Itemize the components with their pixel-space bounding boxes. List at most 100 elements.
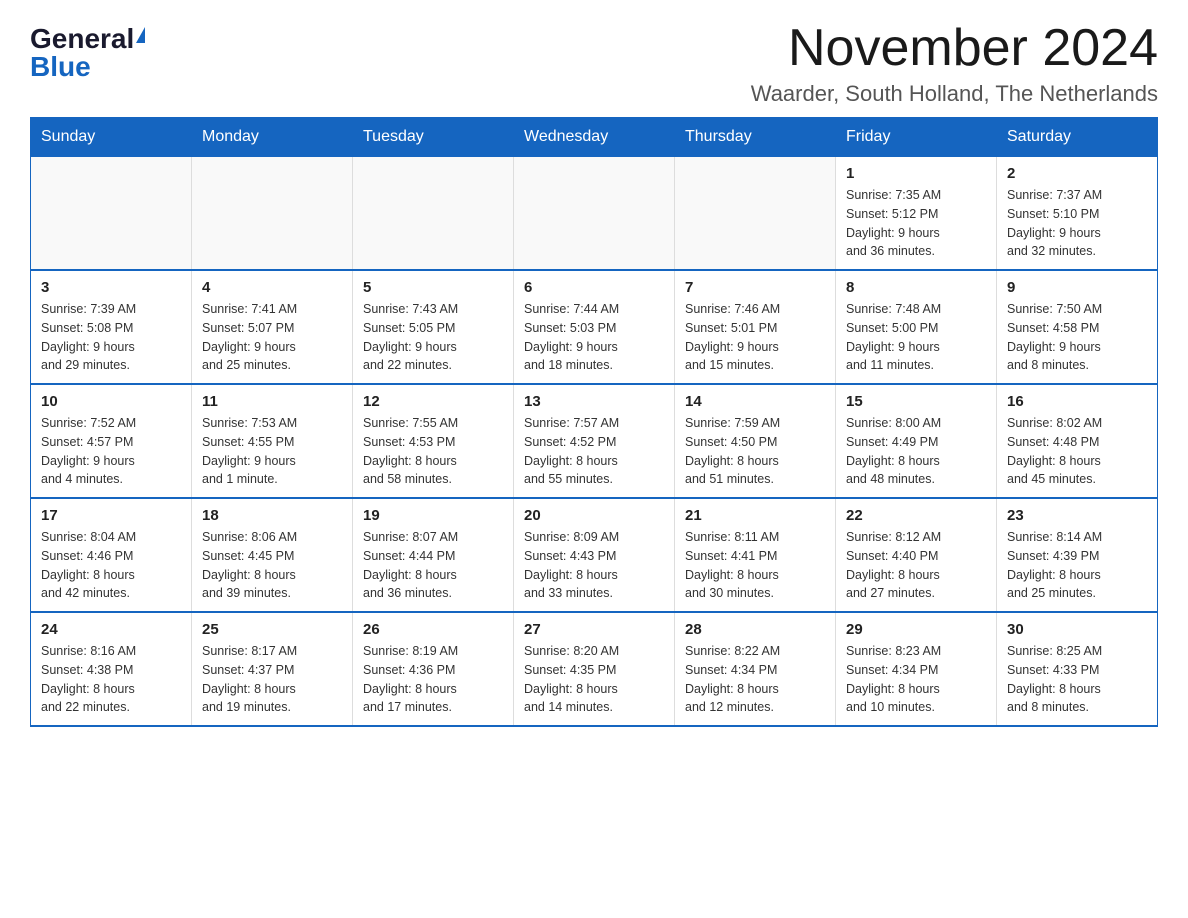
calendar-header-monday: Monday [192,118,353,157]
calendar-cell: 20 Sunrise: 8:09 AMSunset: 4:43 PMDayligh… [514,498,675,612]
calendar-cell: 23Sunrise: 8:14 AMSunset: 4:39 PMDayligh… [997,498,1158,612]
logo-general: General [30,25,134,53]
day-info: Sunrise: 7:39 AMSunset: 5:08 PMDaylight:… [41,300,181,375]
calendar-cell: 24 Sunrise: 8:16 AMSunset: 4:38 PMDayligh… [31,612,192,726]
day-number: 3 [41,279,181,296]
logo-triangle-icon [136,27,145,43]
calendar-week-row: 1 Sunrise: 7:35 AMSunset: 5:12 PMDaylight… [31,157,1158,271]
calendar-cell: 18 Sunrise: 8:06 AMSunset: 4:45 PMDayligh… [192,498,353,612]
day-info: Sunrise: 7:41 AMSunset: 5:07 PMDaylight:… [202,300,342,375]
day-number: 11 [202,393,342,410]
day-info: Sunrise: 8:06 AMSunset: 4:45 PMDaylight:… [202,528,342,603]
calendar-header-sunday: Sunday [31,118,192,157]
day-info: Sunrise: 7:57 AMSunset: 4:52 PMDaylight:… [524,414,664,489]
calendar-cell: 1 Sunrise: 7:35 AMSunset: 5:12 PMDaylight… [836,157,997,271]
calendar-cell: 17Sunrise: 8:04 AMSunset: 4:46 PMDayligh… [31,498,192,612]
location-subtitle: Waarder, South Holland, The Netherlands [751,81,1158,107]
logo: General Blue [30,20,145,81]
day-number: 22 [846,507,986,524]
day-number: 6 [524,279,664,296]
logo-blue: Blue [30,51,91,82]
day-number: 21 [685,507,825,524]
day-info: Sunrise: 8:22 AMSunset: 4:34 PMDaylight:… [685,642,825,717]
calendar-cell: 15Sunrise: 8:00 AMSunset: 4:49 PMDayligh… [836,384,997,498]
day-info: Sunrise: 7:59 AMSunset: 4:50 PMDaylight:… [685,414,825,489]
calendar-cell: 3 Sunrise: 7:39 AMSunset: 5:08 PMDaylight… [31,270,192,384]
day-info: Sunrise: 7:35 AMSunset: 5:12 PMDaylight:… [846,186,986,261]
month-title: November 2024 [751,20,1158,77]
calendar-week-row: 10Sunrise: 7:52 AMSunset: 4:57 PMDayligh… [31,384,1158,498]
calendar-cell: 6 Sunrise: 7:44 AMSunset: 5:03 PMDaylight… [514,270,675,384]
calendar-table: SundayMondayTuesdayWednesdayThursdayFrid… [30,117,1158,727]
day-info: Sunrise: 8:07 AMSunset: 4:44 PMDaylight:… [363,528,503,603]
day-info: Sunrise: 7:48 AMSunset: 5:00 PMDaylight:… [846,300,986,375]
day-number: 30 [1007,621,1147,638]
title-area: November 2024 Waarder, South Holland, Th… [751,20,1158,107]
calendar-cell: 27Sunrise: 8:20 AMSunset: 4:35 PMDayligh… [514,612,675,726]
day-info: Sunrise: 8:00 AMSunset: 4:49 PMDaylight:… [846,414,986,489]
day-number: 12 [363,393,503,410]
calendar-week-row: 3 Sunrise: 7:39 AMSunset: 5:08 PMDaylight… [31,270,1158,384]
calendar-header-friday: Friday [836,118,997,157]
calendar-cell: 13 Sunrise: 7:57 AMSunset: 4:52 PMDayligh… [514,384,675,498]
day-number: 28 [685,621,825,638]
day-number: 19 [363,507,503,524]
day-info: Sunrise: 7:37 AMSunset: 5:10 PMDaylight:… [1007,186,1147,261]
day-info: Sunrise: 8:19 AMSunset: 4:36 PMDaylight:… [363,642,503,717]
day-number: 2 [1007,165,1147,182]
calendar-cell [192,157,353,271]
calendar-cell: 25Sunrise: 8:17 AMSunset: 4:37 PMDayligh… [192,612,353,726]
day-info: Sunrise: 8:16 AMSunset: 4:38 PMDaylight:… [41,642,181,717]
day-number: 4 [202,279,342,296]
calendar-cell: 10Sunrise: 7:52 AMSunset: 4:57 PMDayligh… [31,384,192,498]
calendar-cell: 21 Sunrise: 8:11 AMSunset: 4:41 PMDayligh… [675,498,836,612]
day-number: 13 [524,393,664,410]
day-info: Sunrise: 8:09 AMSunset: 4:43 PMDaylight:… [524,528,664,603]
calendar-cell: 2 Sunrise: 7:37 AMSunset: 5:10 PMDaylight… [997,157,1158,271]
calendar-cell: 22 Sunrise: 8:12 AMSunset: 4:40 PMDayligh… [836,498,997,612]
calendar-cell: 29 Sunrise: 8:23 AMSunset: 4:34 PMDayligh… [836,612,997,726]
calendar-cell: 12Sunrise: 7:55 AMSunset: 4:53 PMDayligh… [353,384,514,498]
calendar-cell [675,157,836,271]
day-number: 1 [846,165,986,182]
calendar-cell: 9 Sunrise: 7:50 AMSunset: 4:58 PMDaylight… [997,270,1158,384]
day-number: 20 [524,507,664,524]
calendar-cell [31,157,192,271]
calendar-cell: 14Sunrise: 7:59 AMSunset: 4:50 PMDayligh… [675,384,836,498]
day-number: 7 [685,279,825,296]
day-info: Sunrise: 7:44 AMSunset: 5:03 PMDaylight:… [524,300,664,375]
calendar-cell [514,157,675,271]
day-number: 5 [363,279,503,296]
calendar-cell: 8 Sunrise: 7:48 AMSunset: 5:00 PMDaylight… [836,270,997,384]
day-info: Sunrise: 7:53 AMSunset: 4:55 PMDaylight:… [202,414,342,489]
day-info: Sunrise: 8:23 AMSunset: 4:34 PMDaylight:… [846,642,986,717]
day-info: Sunrise: 8:11 AMSunset: 4:41 PMDaylight:… [685,528,825,603]
day-number: 24 [41,621,181,638]
header: General Blue November 2024 Waarder, Sout… [30,20,1158,107]
day-info: Sunrise: 7:43 AMSunset: 5:05 PMDaylight:… [363,300,503,375]
calendar-cell: 28 Sunrise: 8:22 AMSunset: 4:34 PMDayligh… [675,612,836,726]
calendar-header-wednesday: Wednesday [514,118,675,157]
calendar-cell: 30 Sunrise: 8:25 AMSunset: 4:33 PMDayligh… [997,612,1158,726]
calendar-cell: 26Sunrise: 8:19 AMSunset: 4:36 PMDayligh… [353,612,514,726]
calendar-week-row: 24 Sunrise: 8:16 AMSunset: 4:38 PMDayligh… [31,612,1158,726]
calendar-header-tuesday: Tuesday [353,118,514,157]
calendar-cell: 4 Sunrise: 7:41 AMSunset: 5:07 PMDaylight… [192,270,353,384]
calendar-cell: 19 Sunrise: 8:07 AMSunset: 4:44 PMDayligh… [353,498,514,612]
day-number: 18 [202,507,342,524]
calendar-cell: 5 Sunrise: 7:43 AMSunset: 5:05 PMDaylight… [353,270,514,384]
calendar-header-thursday: Thursday [675,118,836,157]
day-info: Sunrise: 8:12 AMSunset: 4:40 PMDaylight:… [846,528,986,603]
calendar-week-row: 17Sunrise: 8:04 AMSunset: 4:46 PMDayligh… [31,498,1158,612]
day-info: Sunrise: 8:25 AMSunset: 4:33 PMDaylight:… [1007,642,1147,717]
day-number: 16 [1007,393,1147,410]
day-number: 29 [846,621,986,638]
day-info: Sunrise: 8:17 AMSunset: 4:37 PMDaylight:… [202,642,342,717]
day-number: 27 [524,621,664,638]
day-info: Sunrise: 7:46 AMSunset: 5:01 PMDaylight:… [685,300,825,375]
day-number: 9 [1007,279,1147,296]
day-number: 8 [846,279,986,296]
calendar-header-row: SundayMondayTuesdayWednesdayThursdayFrid… [31,118,1158,157]
day-info: Sunrise: 7:50 AMSunset: 4:58 PMDaylight:… [1007,300,1147,375]
day-info: Sunrise: 8:04 AMSunset: 4:46 PMDaylight:… [41,528,181,603]
